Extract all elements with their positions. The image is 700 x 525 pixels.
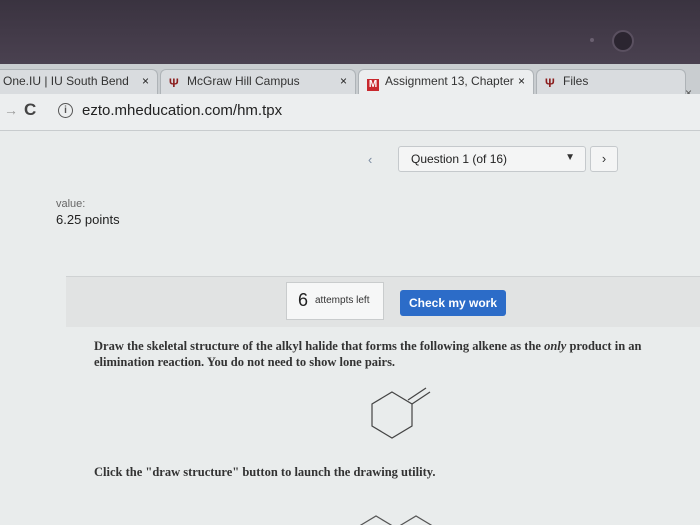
tab-strip: One.IU | IU South Bend × Ψ McGraw Hill Ca… [0,64,700,100]
question-select-value: Question 1 (of 16) [411,152,508,166]
m-logo-icon: M [367,79,379,91]
sensor-dot [590,38,594,42]
tab-label: Files [563,74,589,88]
partial-structure-image [359,515,433,525]
info-icon[interactable]: i [58,103,73,118]
forward-arrow-icon[interactable]: → [4,102,18,118]
attempts-label: attempts left [315,295,370,306]
tab-close-icon[interactable]: × [142,74,149,88]
tab-files[interactable]: Ψ Files [536,69,686,94]
tab-assignment-13[interactable]: M Assignment 13, Chapter × [358,69,534,94]
tab-one-iu[interactable]: One.IU | IU South Bend × [0,69,158,94]
address-toolbar: → C i ezto.mheducation.com/hm.tpx [0,94,700,131]
value-label: value: [56,198,86,210]
tab-label: One.IU | IU South Bend [3,74,129,88]
browser-window: One.IU | IU South Bend × Ψ McGraw Hill Ca… [0,64,700,525]
next-question-button[interactable]: › [590,146,618,172]
tab-label: McGraw Hill Campus [187,74,300,88]
instruction-text: Click the "draw structure" button to lau… [94,465,436,479]
laptop-bezel [0,0,700,64]
iu-trident-icon: Ψ [169,76,179,90]
attempts-count: 6 [298,290,309,310]
tab-close-icon[interactable]: × [340,74,347,88]
methylenecyclohexane-structure [371,387,431,439]
tab-close-icon[interactable]: × [518,74,525,88]
dropdown-arrow-icon: ▼ [565,152,575,163]
address-bar-url[interactable]: ezto.mheducation.com/hm.tpx [82,102,282,119]
webcam-icon [612,30,634,52]
tab-mcgraw-hill-campus[interactable]: Ψ McGraw Hill Campus × [160,69,356,94]
tab-label: Assignment 13, Chapter [385,74,514,88]
iu-trident-icon: Ψ [545,76,555,90]
question-select[interactable]: Question 1 (of 16) ▼ [398,146,586,172]
reload-icon[interactable]: C [24,100,36,120]
question-text: Draw the skeletal structure of the alkyl… [94,338,694,370]
value-points: 6.25 points [56,212,120,227]
check-my-work-button[interactable]: Check my work [400,290,506,316]
previous-question-button[interactable]: ‹ [368,152,372,167]
question-emphasis: only [544,339,567,353]
question-text-start: Draw the skeletal structure of the alkyl… [94,339,545,353]
